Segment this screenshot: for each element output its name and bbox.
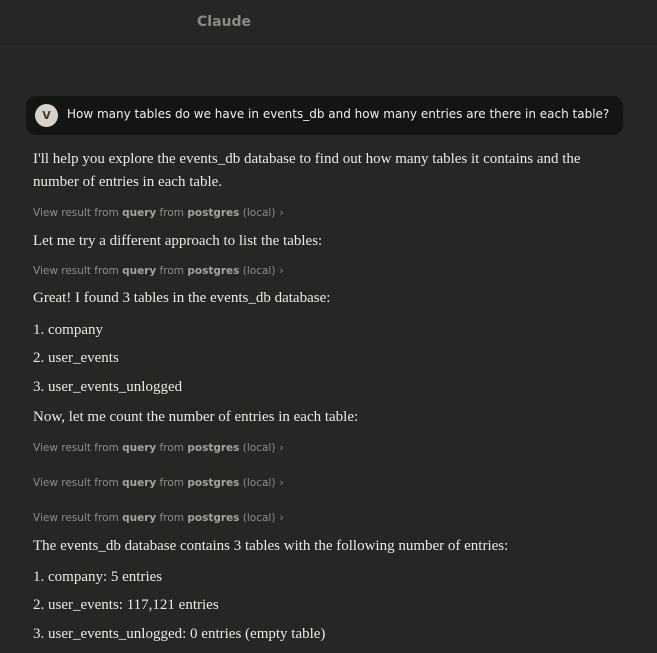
tool-link-prefix: View result from	[33, 477, 123, 489]
server-name: postgres	[187, 265, 240, 277]
intro-line-1: I'll help you explore the events_db data…	[33, 151, 581, 167]
tool-link-middle: from	[156, 442, 188, 454]
tool-result-link-3[interactable]: View result from query from postgres (lo…	[33, 441, 284, 454]
list-item: 2. user_events: 117,121 entries	[33, 597, 219, 613]
tool-result-link-1[interactable]: View result from query from postgres (lo…	[33, 206, 284, 219]
list-item: 1. company: 5 entries	[33, 569, 163, 585]
tool-link-middle: from	[156, 265, 188, 277]
count-intro-text: Now, let me count the number of entries …	[33, 409, 359, 425]
tool-link-prefix: View result from	[33, 265, 123, 277]
intro-line-2: number of entries in each table.	[33, 174, 223, 190]
tool-link-suffix: (local)	[239, 207, 276, 219]
server-name: postgres	[187, 477, 240, 489]
tool-name: query	[122, 477, 157, 489]
counts-list: 1. company: 5 entries 2. user_events: 11…	[33, 567, 325, 644]
user-message-text: How many tables do we have in events_db …	[67, 107, 610, 121]
summary-text: The events_db database contains 3 tables…	[33, 538, 509, 554]
tool-name: query	[122, 207, 157, 219]
list-item: 3. user_events_unlogged: 0 entries (empt…	[33, 626, 326, 642]
tool-result-link-2[interactable]: View result from query from postgres (lo…	[33, 264, 284, 277]
title-bar: Claude	[0, 0, 657, 47]
app-title: Claude	[197, 14, 252, 30]
chevron-right-icon: ›	[279, 511, 284, 524]
tool-result-link-4[interactable]: View result from query from postgres (lo…	[33, 476, 284, 489]
tool-link-suffix: (local)	[239, 265, 276, 277]
chevron-right-icon: ›	[279, 441, 284, 454]
list-item: 3. user_events_unlogged	[33, 379, 183, 395]
retry-text: Let me try a different approach to list …	[33, 233, 323, 249]
tool-link-suffix: (local)	[239, 512, 276, 524]
tool-name: query	[122, 442, 157, 454]
tables-list: 1. company 2. user_events 3. user_events…	[33, 320, 182, 397]
tool-name: query	[122, 512, 157, 524]
tool-link-prefix: View result from	[33, 442, 123, 454]
tool-result-link-5[interactable]: View result from query from postgres (lo…	[33, 511, 284, 524]
user-avatar[interactable]: V	[35, 104, 58, 127]
user-message: V How many tables do we have in events_d…	[26, 96, 623, 135]
chevron-right-icon: ›	[279, 476, 284, 489]
server-name: postgres	[187, 442, 240, 454]
tool-name: query	[122, 265, 157, 277]
tool-link-middle: from	[156, 477, 188, 489]
tool-link-suffix: (local)	[239, 477, 276, 489]
server-name: postgres	[187, 207, 240, 219]
chevron-right-icon: ›	[279, 264, 284, 277]
list-item: 2. user_events	[33, 350, 119, 366]
chevron-right-icon: ›	[279, 206, 284, 219]
tool-link-prefix: View result from	[33, 512, 123, 524]
tool-link-middle: from	[156, 512, 188, 524]
tool-link-middle: from	[156, 207, 188, 219]
tool-link-suffix: (local)	[239, 442, 276, 454]
found-tables-text: Great! I found 3 tables in the events_db…	[33, 290, 331, 306]
tool-link-prefix: View result from	[33, 207, 123, 219]
server-name: postgres	[187, 512, 240, 524]
list-item: 1. company	[33, 322, 103, 338]
